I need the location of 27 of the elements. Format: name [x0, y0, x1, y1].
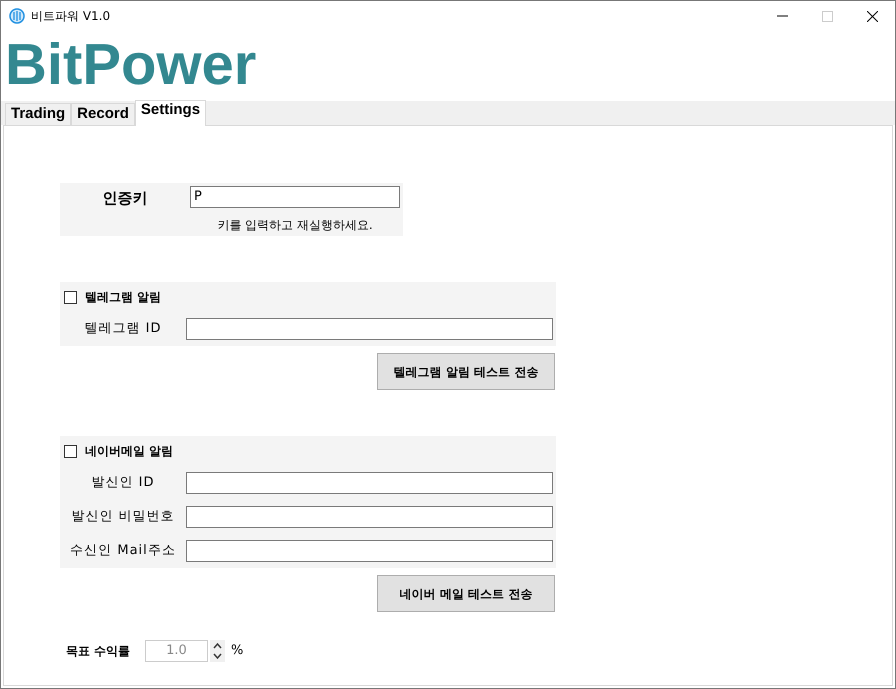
tab[interactable]: Record: [71, 103, 135, 125]
input-field[interactable]: [186, 506, 553, 528]
input-field[interactable]: [186, 318, 553, 340]
checkbox-label: 텔레그램 알림: [85, 289, 162, 306]
checkbox-label: 네이버메일 알림: [85, 443, 174, 460]
input-field[interactable]: [186, 540, 553, 562]
spinner-icon[interactable]: [210, 640, 225, 662]
field-label: 발신인 비밀번호: [70, 508, 176, 526]
input-field[interactable]: [186, 472, 553, 494]
tab[interactable]: Settings: [134, 100, 206, 126]
auth-key-field[interactable]: P: [190, 186, 400, 208]
test-send-button[interactable]: 텔레그램 알림 테스트 전송: [377, 353, 555, 390]
checkbox[interactable]: [64, 444, 77, 458]
app-logo: BitPower: [4, 31, 258, 99]
app-icon: [9, 8, 25, 24]
auth-key-label: 인증키: [102, 188, 148, 209]
hint-text: 키를 입력하고 재실행하세요.: [216, 217, 374, 234]
field-label: 수신인 Mail주소: [69, 542, 177, 560]
test-send-button[interactable]: 네이버 메일 테스트 전송: [377, 575, 555, 612]
window-title: 비트파워 V1.0: [31, 8, 110, 25]
close-icon[interactable]: [867, 10, 878, 22]
field-label: 텔레그램 ID: [84, 320, 162, 338]
unit-text: %: [231, 642, 244, 660]
checkbox[interactable]: [64, 290, 77, 304]
tab[interactable]: Trading: [5, 103, 72, 125]
field-label: 발신인 ID: [90, 474, 156, 492]
target-profit-label: 목표 수익률: [65, 643, 132, 660]
